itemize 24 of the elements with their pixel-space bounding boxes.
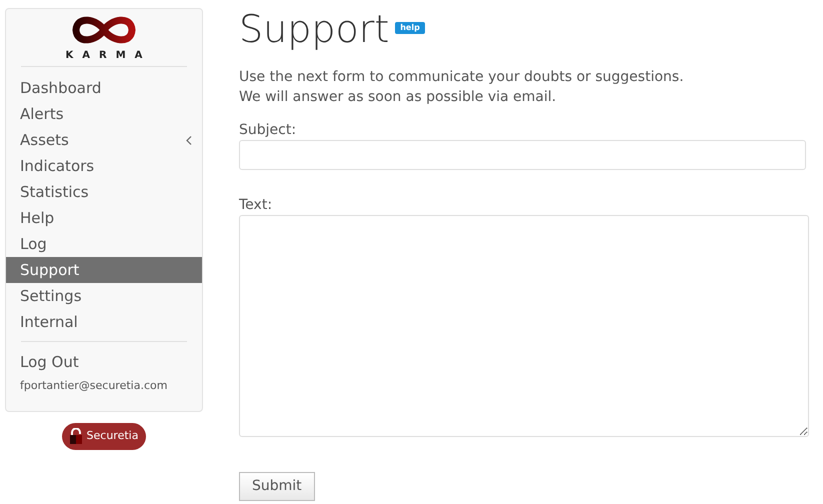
intro-text: We will answer as soon as possible via email. (239, 88, 558, 107)
nav-item[interactable]: Support (6, 257, 202, 283)
logout-link[interactable]: Log Out (6, 349, 202, 375)
nav-item[interactable]: Help (6, 205, 202, 231)
nav-item[interactable]: Internal (6, 309, 202, 335)
nav-item[interactable]: Assets (6, 127, 202, 153)
subject-field[interactable] (239, 140, 806, 170)
lock-icon (68, 428, 83, 444)
user-email: fportantier@securetia.com (19, 378, 168, 394)
nav-item[interactable]: Statistics (6, 179, 202, 205)
nav-item[interactable]: Dashboard (6, 75, 202, 101)
nav-item[interactable]: Alerts (6, 101, 202, 127)
nav-item[interactable]: Log (6, 231, 202, 257)
nav-item[interactable]: Settings (6, 283, 202, 309)
page-title: Support (239, 7, 390, 51)
field-label: Subject: (239, 120, 298, 139)
logo-text: KARMA (66, 50, 152, 62)
nav-item[interactable]: Indicators (6, 153, 202, 179)
field-label: Text: (239, 196, 274, 214)
submit-button[interactable]: Submit (239, 472, 315, 501)
vendor-badge[interactable]: Securetia (62, 423, 146, 450)
text-area[interactable] (239, 214, 809, 437)
intro-text: Use the next form to communicate your doubts or suggestions. (239, 68, 685, 87)
chevron-icon (186, 136, 192, 144)
